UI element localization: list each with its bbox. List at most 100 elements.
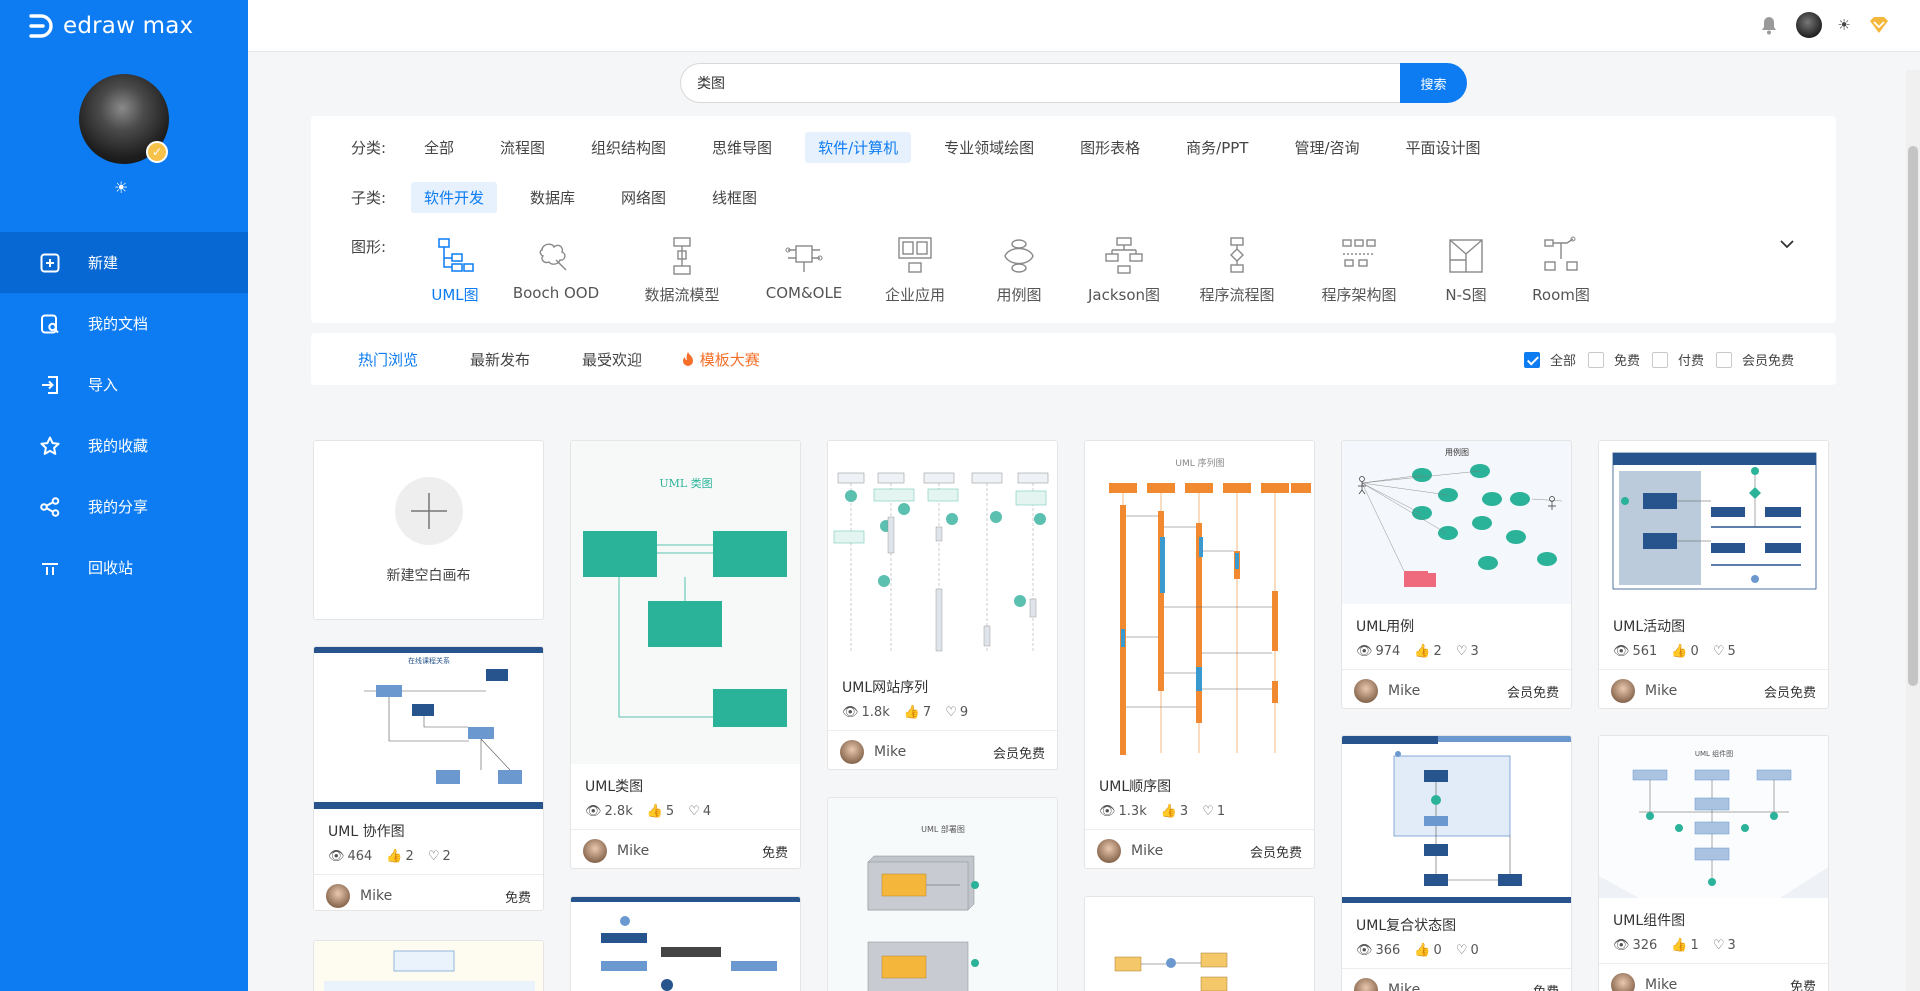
sidebar-item-trash[interactable]: 回收站 bbox=[0, 537, 248, 598]
thumbnail-title: UML 序列图 bbox=[1175, 457, 1224, 469]
shape-booch[interactable]: Booch OOD bbox=[493, 234, 619, 306]
checkbox-member-free[interactable] bbox=[1715, 351, 1732, 368]
favs-stat[interactable]: ♡ 4 bbox=[688, 804, 711, 819]
sidebar-item-import[interactable]: 导入 bbox=[0, 354, 248, 415]
likes-stat[interactable]: 👍 5 bbox=[647, 804, 674, 819]
favs-stat[interactable]: ♡ 5 bbox=[1713, 644, 1736, 659]
checkbox-free[interactable] bbox=[1587, 351, 1604, 368]
thumbs-up-icon: 👍 bbox=[1671, 644, 1688, 659]
author[interactable]: Mike bbox=[840, 740, 906, 764]
template-card[interactable]: UML网站序列 👁 1.8k 👍 7 ♡ 9 Mike 会员免费 bbox=[827, 440, 1058, 770]
category-graphic-table[interactable]: 图形表格 bbox=[1067, 132, 1153, 163]
category-org-chart[interactable]: 组织结构图 bbox=[578, 132, 679, 163]
template-card[interactable]: UML复合状态图 👁366 👍0 ♡0 Mike 免费 bbox=[1341, 735, 1572, 991]
shape-room[interactable]: Room图 bbox=[1511, 234, 1611, 306]
shape-program-flow[interactable]: 程序流程图 bbox=[1177, 234, 1297, 306]
likes-stat[interactable]: 👍 1 bbox=[1671, 938, 1698, 953]
tab-hot-browse[interactable]: 热门浏览 bbox=[358, 349, 418, 370]
favs-stat[interactable]: ♡ 0 bbox=[1456, 943, 1479, 958]
top-avatar[interactable] bbox=[1796, 12, 1822, 38]
template-card[interactable]: UML 部署图 bbox=[827, 797, 1058, 991]
author[interactable]: Mike bbox=[583, 839, 649, 863]
category-mind-map[interactable]: 思维导图 bbox=[699, 132, 785, 163]
favs-stat[interactable]: ♡ 9 bbox=[945, 705, 968, 720]
likes-stat[interactable]: 👍 2 bbox=[1414, 644, 1441, 659]
sidebar-item-shares[interactable]: 我的分享 bbox=[0, 476, 248, 537]
checkbox-paid[interactable] bbox=[1651, 351, 1668, 368]
bell-icon[interactable] bbox=[1756, 12, 1782, 38]
sidebar-item-new[interactable]: 新建 bbox=[0, 232, 248, 293]
subcategory-network[interactable]: 网络图 bbox=[608, 182, 679, 213]
tab-popular[interactable]: 最受欢迎 bbox=[582, 349, 642, 370]
page-scrollbar[interactable] bbox=[1906, 70, 1920, 991]
author[interactable]: Mike bbox=[1354, 978, 1420, 991]
sidebar-item-favorites[interactable]: 我的收藏 bbox=[0, 415, 248, 476]
shape-dataflow[interactable]: 数据流模型 bbox=[619, 234, 745, 306]
author[interactable]: Mike bbox=[1611, 679, 1677, 703]
template-card[interactable]: 用例图 UML用例 👁 974 👍 2 ♡ 3 Mike 会员免费 bbox=[1341, 440, 1572, 709]
likes-stat[interactable]: 👍 0 bbox=[1671, 644, 1698, 659]
author[interactable]: Mike bbox=[1097, 839, 1163, 863]
brand[interactable]: edraw max bbox=[27, 10, 193, 42]
shape-com-ole[interactable]: COM&OLE bbox=[745, 234, 863, 306]
template-card[interactable]: 在线课程关系 UML 协作图 👁 464 👍 2 ♡ 2 Mike 免费 bbox=[313, 646, 544, 911]
likes-stat[interactable]: 👍 0 bbox=[1414, 943, 1441, 958]
favs-stat[interactable]: ♡ 3 bbox=[1713, 938, 1736, 953]
shape-ns[interactable]: N-S图 bbox=[1421, 234, 1511, 306]
recycle-bin-icon bbox=[38, 556, 62, 580]
vip-icon[interactable] bbox=[1866, 12, 1892, 38]
subcategory-software-dev[interactable]: 软件开发 bbox=[411, 182, 498, 213]
price-badge: 会员免费 bbox=[1506, 685, 1559, 701]
sidebar-item-documents[interactable]: 我的文档 bbox=[0, 293, 248, 354]
category-all[interactable]: 全部 bbox=[411, 132, 467, 163]
category-row: 分类: 全部 流程图 组织结构图 思维导图 软件/计算机 专业领域绘图 图形表格… bbox=[351, 132, 1514, 163]
template-card[interactable]: UML活动图 👁 561 👍 0 ♡ 5 Mike 会员免费 bbox=[1598, 440, 1829, 709]
likes-stat[interactable]: 👍 3 bbox=[1161, 804, 1188, 819]
subcategory-wireframe[interactable]: 线框图 bbox=[699, 182, 770, 213]
category-business-ppt[interactable]: 商务/PPT bbox=[1173, 132, 1261, 163]
new-blank-canvas-card[interactable]: 新建空白画布 bbox=[313, 440, 544, 620]
chevron-down-icon[interactable] bbox=[1778, 235, 1796, 253]
sun-icon[interactable]: ☀ bbox=[1836, 12, 1852, 38]
category-professional[interactable]: 专业领域绘图 bbox=[931, 132, 1047, 163]
eye-icon: 👁 bbox=[328, 849, 345, 864]
favs-stat[interactable]: ♡ 1 bbox=[1202, 804, 1225, 819]
author-name: Mike bbox=[617, 843, 650, 859]
category-flowchart[interactable]: 流程图 bbox=[487, 132, 558, 163]
shape-program-arch[interactable]: 程序架构图 bbox=[1297, 234, 1421, 306]
template-card[interactable] bbox=[570, 896, 801, 991]
template-footer: Mike 会员免费 bbox=[1085, 829, 1314, 868]
category-software[interactable]: 软件/计算机 bbox=[805, 132, 912, 163]
checkbox-all[interactable] bbox=[1523, 351, 1540, 368]
template-card[interactable] bbox=[1084, 896, 1315, 991]
template-card[interactable]: UML 组件图 UML组件图 👁 326 👍 1 ♡ 3 Mike 免费 bbox=[1598, 735, 1829, 991]
tab-latest[interactable]: 最新发布 bbox=[470, 349, 530, 370]
views-count: 561 bbox=[1632, 644, 1658, 659]
shape-enterprise[interactable]: 企业应用 bbox=[863, 234, 967, 306]
author[interactable]: Mike bbox=[1611, 973, 1677, 991]
scrollbar-thumb[interactable] bbox=[1908, 146, 1918, 686]
shape-use-case[interactable]: 用例图 bbox=[967, 234, 1071, 306]
subcategory-database[interactable]: 数据库 bbox=[517, 182, 588, 213]
views-count: 326 bbox=[1632, 938, 1658, 953]
sun-icon[interactable]: ☀ bbox=[114, 178, 128, 197]
category-graphic-design[interactable]: 平面设计图 bbox=[1393, 132, 1494, 163]
author[interactable]: Mike bbox=[1354, 679, 1420, 703]
template-card[interactable] bbox=[313, 940, 544, 991]
search-input[interactable] bbox=[680, 63, 1400, 103]
likes-stat[interactable]: 👍 7 bbox=[904, 705, 931, 720]
tab-template-contest[interactable]: 模板大赛 bbox=[681, 349, 760, 370]
search-button[interactable]: 搜索 bbox=[1400, 63, 1467, 103]
shape-jackson[interactable]: Jackson图 bbox=[1071, 234, 1177, 306]
favs-stat[interactable]: ♡ 2 bbox=[428, 849, 451, 864]
likes-stat[interactable]: 👍 2 bbox=[386, 849, 413, 864]
shape-label-text: 程序流程图 bbox=[1199, 286, 1275, 304]
favs-stat[interactable]: ♡ 3 bbox=[1456, 644, 1479, 659]
template-title: UML复合状态图 bbox=[1356, 918, 1457, 934]
author[interactable]: Mike bbox=[326, 884, 392, 908]
template-card[interactable]: UML 类图 UML类图 👁 2.8k 👍 5 ♡ 4 Mike 免费 bbox=[570, 440, 801, 869]
shape-label-text: COM&OLE bbox=[765, 284, 843, 302]
template-card[interactable]: UML 序列图 UML顺序图 👁 1.3k 👍 3 ♡ 1 Mike 会员免费 bbox=[1084, 440, 1315, 869]
shape-uml[interactable]: UML图 bbox=[417, 234, 493, 306]
category-management[interactable]: 管理/咨询 bbox=[1281, 132, 1372, 163]
